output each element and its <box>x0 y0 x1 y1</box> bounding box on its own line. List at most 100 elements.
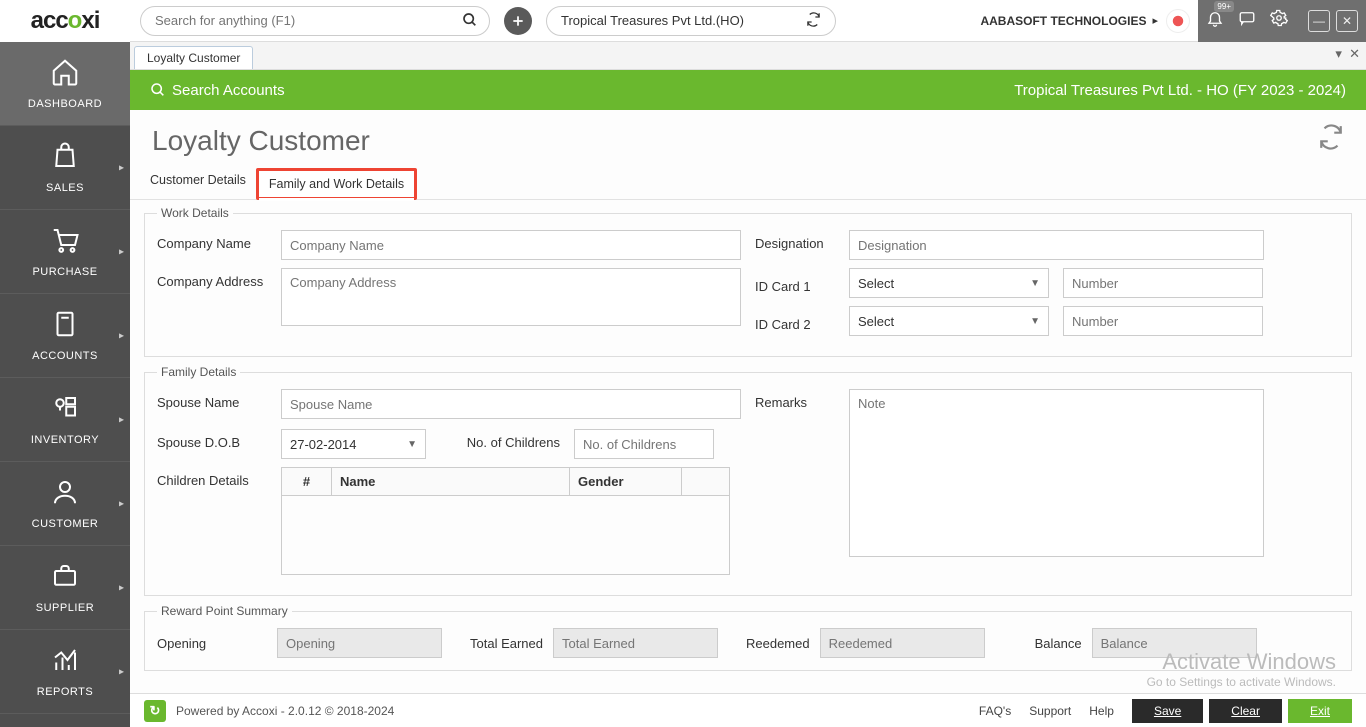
spouse-dob-label: Spouse D.O.B <box>157 429 267 450</box>
add-button[interactable] <box>504 7 532 35</box>
context-bar: Search Accounts Tropical Treasures Pvt L… <box>130 70 1366 110</box>
home-icon <box>50 57 80 94</box>
refresh-icon[interactable] <box>806 12 821 30</box>
chevron-down-icon: ▼ <box>1030 316 1040 327</box>
user-company-label: AABASOFT TECHNOLOGIES <box>980 14 1146 28</box>
sidebar-item-inventory[interactable]: INVENTORY ▸ <box>0 378 130 462</box>
top-right: AABASOFT TECHNOLOGIES ▸ 99+ — ✕ <box>980 0 1366 41</box>
sync-icon[interactable] <box>1318 124 1344 157</box>
designation-label: Designation <box>755 230 835 251</box>
search-accounts-button[interactable]: Search Accounts <box>150 82 285 99</box>
id1-number-input[interactable] <box>1063 268 1263 298</box>
sidebar-item-dashboard[interactable]: DASHBOARD <box>0 42 130 126</box>
company-address-input[interactable] <box>281 268 741 326</box>
search-input[interactable] <box>140 6 490 36</box>
sidebar-item-customer[interactable]: CUSTOMER ▸ <box>0 462 130 546</box>
reward-legend: Reward Point Summary <box>157 604 292 618</box>
company-selector[interactable]: Tropical Treasures Pvt Ltd.(HO) <box>546 6 836 36</box>
company-selected: Tropical Treasures Pvt Ltd.(HO) <box>561 13 744 28</box>
footer-text: Powered by Accoxi - 2.0.12 © 2018-2024 <box>176 704 394 718</box>
sidebar-item-reports[interactable]: REPORTS ▸ <box>0 630 130 714</box>
notif-badge: 99+ <box>1214 1 1234 12</box>
id2-label: ID Card 2 <box>755 311 835 332</box>
id2-select[interactable]: Select▼ <box>849 306 1049 336</box>
page-title: Loyalty Customer <box>152 125 370 157</box>
company-name-label: Company Name <box>157 230 267 251</box>
support-link[interactable]: Support <box>1029 704 1071 718</box>
exit-button[interactable]: Exit <box>1288 699 1352 723</box>
reward-summary-group: Reward Point Summary Opening Total Earne… <box>144 604 1352 671</box>
chevron-right-icon: ▸ <box>119 414 124 425</box>
tab-controls[interactable]: ▾ ✕ <box>1335 46 1360 62</box>
main-area: Loyalty Customer ▾ ✕ Search Accounts Tro… <box>130 42 1366 727</box>
opening-label: Opening <box>157 636 267 651</box>
designation-input[interactable] <box>849 230 1264 260</box>
sidebar-item-sales[interactable]: SALES ▸ <box>0 126 130 210</box>
chevron-right-icon: ▸ <box>119 330 124 341</box>
redeemed-input <box>820 628 985 658</box>
user-icon <box>50 477 80 514</box>
global-search[interactable] <box>140 6 490 36</box>
document-tabs: Loyalty Customer ▾ ✕ <box>130 42 1366 70</box>
logo: accoxi <box>0 0 130 42</box>
sidebar-item-supplier[interactable]: SUPPLIER ▸ <box>0 546 130 630</box>
grid-body[interactable] <box>282 496 729 574</box>
earned-input <box>553 628 718 658</box>
family-details-group: Family Details Spouse Name Remarks Spous… <box>144 365 1352 596</box>
children-count-label: No. of Childrens <box>440 429 560 450</box>
cart-icon <box>50 225 80 262</box>
company-name-input[interactable] <box>281 230 741 260</box>
spouse-name-input[interactable] <box>281 389 741 419</box>
avatar[interactable] <box>1166 9 1190 33</box>
chevron-right-icon: ▸ <box>119 666 124 677</box>
spouse-name-label: Spouse Name <box>157 389 267 410</box>
briefcase-icon <box>50 561 80 598</box>
id1-select[interactable]: Select▼ <box>849 268 1049 298</box>
tab-customer-details[interactable]: Customer Details <box>140 167 256 199</box>
children-details-label: Children Details <box>157 467 267 488</box>
chevron-right-icon: ▸ <box>119 246 124 257</box>
gear-icon[interactable] <box>1270 9 1288 32</box>
children-count-input[interactable] <box>574 429 714 459</box>
work-legend: Work Details <box>157 206 233 220</box>
chevron-right-icon: ▸ <box>119 498 124 509</box>
chat-icon[interactable] <box>1238 9 1256 32</box>
redeemed-label: Reedemed <box>746 636 810 651</box>
footer-logo-icon: ↻ <box>144 700 166 722</box>
tab-loyalty-customer[interactable]: Loyalty Customer <box>134 46 253 69</box>
top-bar: accoxi Tropical Treasures Pvt Ltd.(HO) A… <box>0 0 1366 42</box>
col-action <box>682 468 729 495</box>
col-gender: Gender <box>570 468 682 495</box>
minimize-button[interactable]: — <box>1308 10 1330 32</box>
spouse-dob-picker[interactable]: 27-02-2014▼ <box>281 429 426 459</box>
footer: ↻ Powered by Accoxi - 2.0.12 © 2018-2024… <box>130 693 1366 727</box>
help-link[interactable]: Help <box>1089 704 1114 718</box>
bag-icon <box>50 141 80 178</box>
id1-label: ID Card 1 <box>755 273 835 294</box>
tab-family-work-details[interactable]: Family and Work Details <box>256 168 417 200</box>
bell-icon[interactable]: 99+ <box>1206 9 1224 32</box>
save-button[interactable]: Save <box>1132 699 1203 723</box>
company-address-label: Company Address <box>157 268 267 289</box>
remarks-textarea[interactable] <box>849 389 1264 557</box>
id2-number-input[interactable] <box>1063 306 1263 336</box>
search-icon[interactable] <box>462 12 478 32</box>
dropdown-icon[interactable]: ▸ <box>1152 14 1158 27</box>
chevron-right-icon: ▸ <box>119 582 124 593</box>
sidebar-item-purchase[interactable]: PURCHASE ▸ <box>0 210 130 294</box>
chevron-down-icon: ▼ <box>407 439 417 450</box>
system-tray: 99+ — ✕ <box>1198 0 1366 42</box>
clear-button[interactable]: Clear <box>1209 699 1282 723</box>
sidebar-item-accounts[interactable]: ACCOUNTS ▸ <box>0 294 130 378</box>
opening-input <box>277 628 442 658</box>
inventory-icon <box>50 393 80 430</box>
close-button[interactable]: ✕ <box>1336 10 1358 32</box>
family-legend: Family Details <box>157 365 240 379</box>
sidebar: DASHBOARD SALES ▸ PURCHASE ▸ ACCOUNTS ▸ … <box>0 42 130 727</box>
work-details-group: Work Details Company Name Designation Co… <box>144 206 1352 357</box>
col-index: # <box>282 468 332 495</box>
faqs-link[interactable]: FAQ's <box>979 704 1011 718</box>
fiscal-year-label: Tropical Treasures Pvt Ltd. - HO (FY 202… <box>1014 82 1346 99</box>
calculator-icon <box>50 309 80 346</box>
remarks-label: Remarks <box>755 389 835 410</box>
